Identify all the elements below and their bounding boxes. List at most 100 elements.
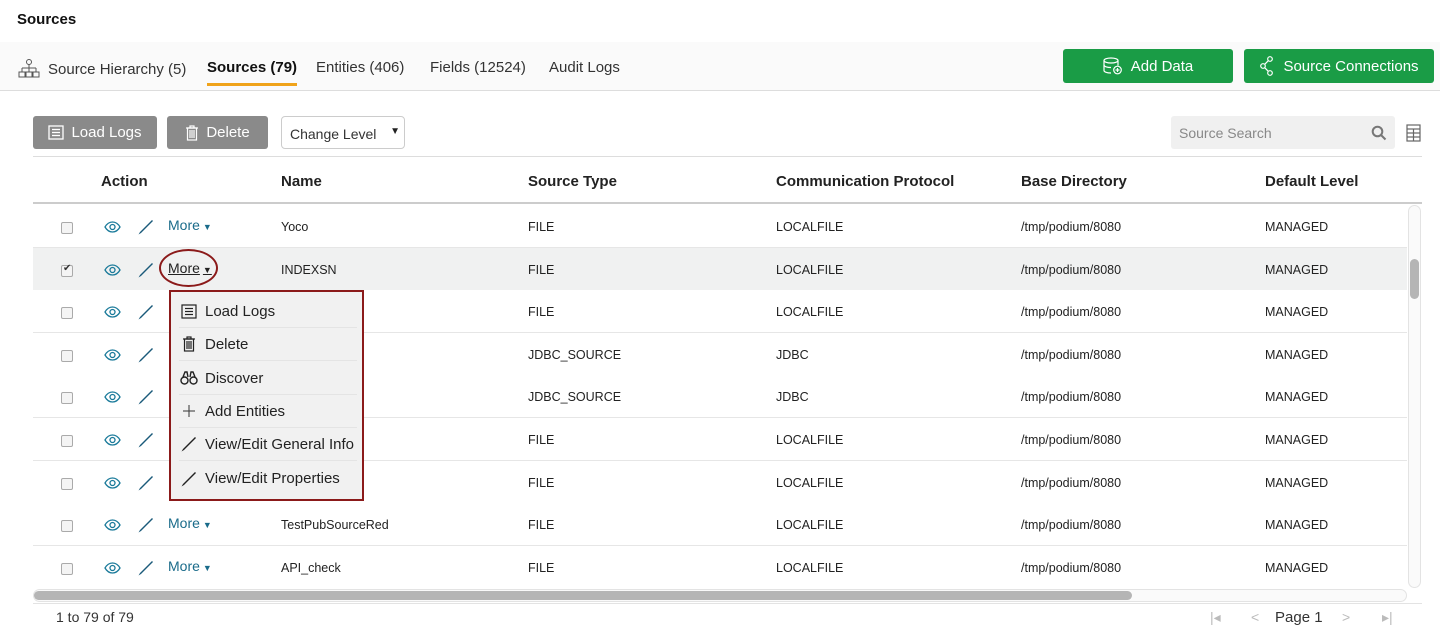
- view-eye-icon[interactable]: [104, 433, 121, 451]
- table-row[interactable]: More▼ INDEXSN FILE LOCALFILE/tmp/podium/808…: [33, 247, 1407, 291]
- menu-item-discover[interactable]: Discover: [179, 362, 357, 395]
- row-checkbox[interactable]: [61, 435, 73, 447]
- more-dropdown-toggle[interactable]: More▼: [168, 515, 212, 531]
- change-level-value: Change Level: [290, 126, 377, 142]
- delete-button[interactable]: Delete: [167, 116, 268, 149]
- cell-level: MANAGED: [1265, 475, 1329, 490]
- edit-pencil-icon[interactable]: [137, 218, 155, 241]
- source-search-input[interactable]: [1171, 116, 1361, 149]
- table-row[interactable]: More ▼ Yoco FILE LOCALFILE/tmp/podium/8080 MA…: [33, 205, 1407, 248]
- column-header-default-level[interactable]: Default Level: [1265, 173, 1358, 190]
- row-checkbox[interactable]: [61, 263, 73, 277]
- source-connections-button[interactable]: Source Connections: [1244, 49, 1434, 83]
- more-dropdown-toggle[interactable]: More▼: [168, 558, 212, 574]
- tab-audit-logs[interactable]: Audit Logs: [549, 59, 620, 76]
- menu-item-label: Discover: [205, 369, 264, 387]
- horizontal-scrollbar[interactable]: [33, 589, 1407, 602]
- menu-item-load-logs[interactable]: Load Logs: [179, 295, 357, 328]
- cell-source-type: FILE: [528, 262, 555, 277]
- cell-name: Yoco: [281, 220, 309, 234]
- change-level-select[interactable]: Change Level ▼: [281, 116, 405, 149]
- table-row[interactable]: More ▼ API_check FILE LOCALFILE/tmp/podium/8…: [33, 545, 1407, 588]
- edit-pencil-icon[interactable]: [137, 388, 155, 411]
- tabs-bar: Source Hierarchy (5) Sources (79) Entiti…: [0, 42, 1440, 91]
- view-eye-icon[interactable]: [104, 518, 121, 536]
- cell-level: MANAGED: [1265, 347, 1329, 362]
- more-dropdown-toggle[interactable]: More▼: [168, 260, 212, 276]
- edit-pencil-icon[interactable]: [137, 474, 155, 497]
- row-checkbox[interactable]: [61, 349, 73, 362]
- cell-level: MANAGED: [1265, 262, 1329, 277]
- trash-icon: [186, 124, 199, 141]
- edit-pencil-icon[interactable]: [137, 431, 155, 454]
- hierarchy-icon: [18, 59, 40, 78]
- add-data-button[interactable]: Add Data: [1063, 49, 1233, 83]
- cell-base-dir: /tmp/podium/8080: [1021, 347, 1122, 362]
- column-header-base-directory[interactable]: Base Directory: [1021, 173, 1127, 190]
- menu-item-delete[interactable]: Delete: [179, 328, 357, 361]
- row-checkbox[interactable]: [61, 477, 73, 490]
- more-dropdown-toggle[interactable]: More▼: [168, 217, 212, 233]
- plus-icon: [179, 404, 199, 418]
- prev-page-icon[interactable]: <: [1251, 609, 1259, 625]
- horizontal-scroll-thumb[interactable]: [34, 591, 1132, 600]
- tab-label: Source Hierarchy (5): [48, 60, 187, 78]
- caret-down-icon: ▼: [202, 562, 212, 573]
- table-row[interactable]: More ▼ TestPubSourceRed FILE LOCALFILE/tmp/p…: [33, 503, 1407, 547]
- column-chooser-icon[interactable]: [1406, 124, 1421, 142]
- view-eye-icon[interactable]: [104, 263, 121, 281]
- view-eye-icon[interactable]: [104, 220, 121, 238]
- column-header-protocol[interactable]: Communication Protocol: [776, 173, 954, 190]
- tab-source-hierarchy[interactable]: Source Hierarchy (5): [18, 59, 186, 79]
- edit-pencil-icon[interactable]: [137, 346, 155, 369]
- last-page-icon[interactable]: ▸|: [1382, 609, 1393, 626]
- view-eye-icon[interactable]: [104, 476, 121, 494]
- view-eye-icon[interactable]: [104, 348, 121, 366]
- load-logs-button[interactable]: Load Logs: [33, 116, 157, 149]
- row-checkbox[interactable]: [61, 392, 73, 405]
- cell-level: MANAGED: [1265, 220, 1329, 234]
- row-checkbox[interactable]: [61, 562, 73, 575]
- cell-base-dir: /tmp/podium/8080: [1021, 262, 1122, 277]
- menu-item-label: Add Entities: [205, 402, 286, 420]
- cell-protocol: LOCALFILE: [776, 220, 844, 234]
- cell-protocol: LOCALFILE: [776, 262, 844, 277]
- vertical-scrollbar[interactable]: [1408, 205, 1421, 588]
- cell-source-type: FILE: [528, 560, 555, 575]
- cell-source-type: FILE: [528, 518, 555, 533]
- menu-item-label: View/Edit General Info: [205, 435, 354, 453]
- share-nodes-icon: [1260, 56, 1274, 76]
- tab-fields[interactable]: Fields (12524): [430, 59, 526, 76]
- column-header-name[interactable]: Name: [281, 173, 322, 190]
- menu-item-add-entities[interactable]: Add Entities: [179, 395, 357, 428]
- tab-entities[interactable]: Entities (406): [316, 59, 404, 76]
- pencil-icon: [179, 435, 199, 453]
- cell-protocol: LOCALFILE: [776, 305, 844, 320]
- row-checkbox[interactable]: [61, 520, 73, 533]
- edit-pencil-icon[interactable]: [137, 516, 155, 539]
- cell-level: MANAGED: [1265, 390, 1329, 405]
- edit-pencil-icon[interactable]: [137, 261, 155, 284]
- edit-pencil-icon[interactable]: [137, 303, 155, 326]
- search-icon[interactable]: [1371, 125, 1387, 141]
- view-eye-icon[interactable]: [104, 305, 121, 323]
- next-page-icon[interactable]: >: [1342, 609, 1350, 625]
- menu-item-label: Load Logs: [205, 302, 276, 320]
- tab-sources[interactable]: Sources (79): [207, 59, 298, 86]
- cell-source-type: FILE: [528, 305, 555, 320]
- cell-name: TestPubSourceRed: [281, 518, 389, 533]
- edit-pencil-icon[interactable]: [137, 559, 155, 582]
- vertical-scroll-thumb[interactable]: [1410, 259, 1419, 299]
- view-eye-icon[interactable]: [104, 561, 121, 579]
- view-eye-icon[interactable]: [104, 390, 121, 408]
- menu-item-view-edit-properties[interactable]: View/Edit Properties: [179, 462, 357, 495]
- cell-level: MANAGED: [1265, 560, 1329, 575]
- first-page-icon[interactable]: |◂: [1210, 609, 1221, 626]
- cell-protocol: JDBC: [776, 347, 809, 362]
- row-checkbox[interactable]: [61, 307, 73, 320]
- cell-base-dir: /tmp/podium/8080: [1021, 560, 1122, 575]
- column-header-source-type[interactable]: Source Type: [528, 173, 617, 190]
- menu-item-label: View/Edit Properties: [205, 470, 340, 487]
- row-checkbox[interactable]: [61, 222, 73, 234]
- menu-item-view-edit-general-info[interactable]: View/Edit General Info: [179, 428, 357, 461]
